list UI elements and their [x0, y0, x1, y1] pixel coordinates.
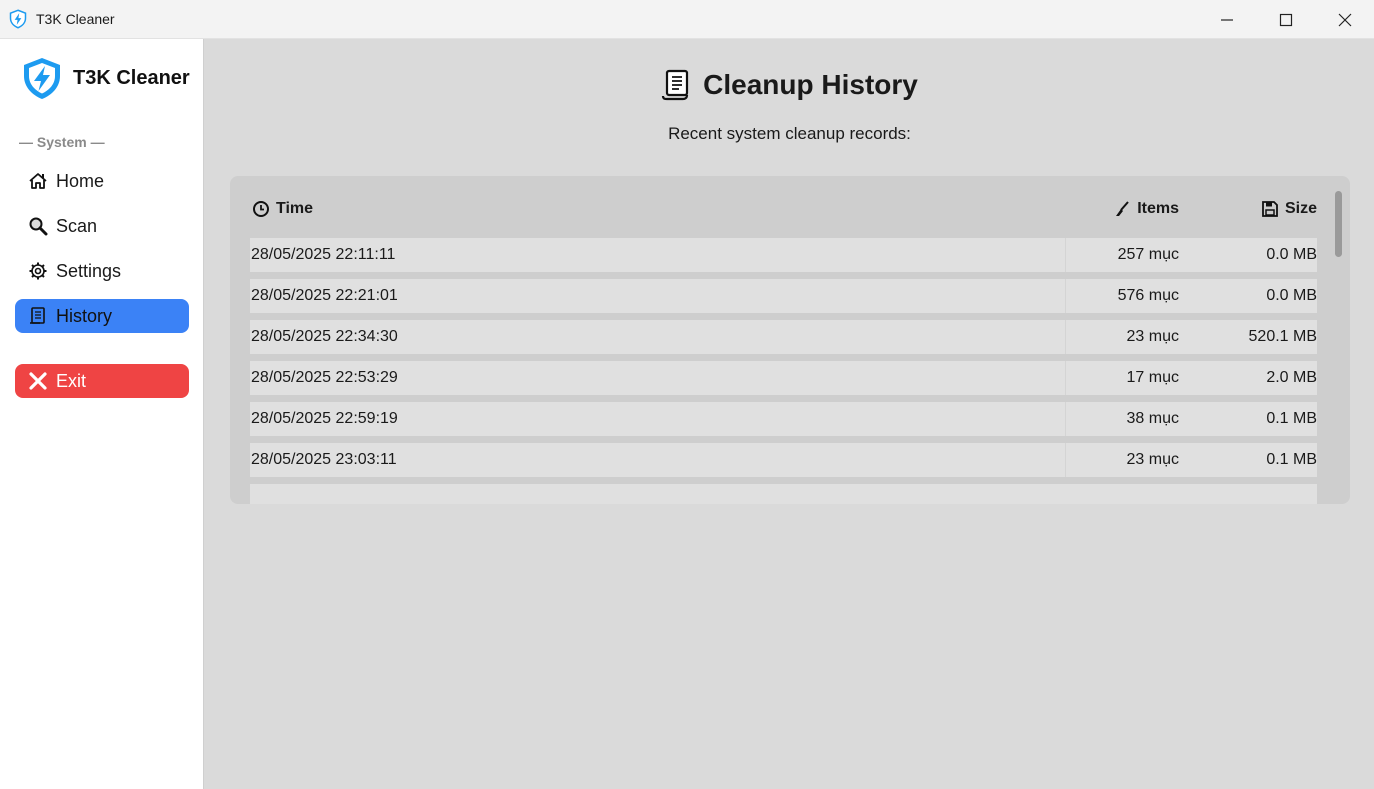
cell-time: 28/05/2025 22:34:30	[251, 328, 398, 345]
floppy-disk-icon	[1262, 201, 1278, 217]
sidebar-item-label: Scan	[56, 215, 98, 236]
cell-items: 17 mục	[1126, 369, 1179, 386]
table-row[interactable]: 28/05/2025 22:11:11 257 mục 0.0 MB	[250, 238, 1317, 272]
scroll-icon	[662, 69, 689, 101]
table-row[interactable]: 28/05/2025 22:21:01 576 mục 0.0 MB	[250, 279, 1317, 313]
sidebar-item-settings[interactable]: Settings	[15, 254, 189, 288]
column-header-label: Size	[1284, 200, 1317, 217]
close-x-icon	[27, 370, 49, 392]
table-scrollbar[interactable]	[1335, 191, 1342, 257]
cell-time: 28/05/2025 22:53:29	[251, 369, 398, 386]
cell-items: 23 mục	[1126, 451, 1179, 468]
cell-size: 520.1 MB	[1248, 328, 1317, 345]
gear-icon	[27, 260, 49, 282]
window-title: T3K Cleaner	[36, 11, 115, 27]
table-row[interactable]: 28/05/2025 23:03:11 23 mục 0.1 MB	[250, 443, 1317, 477]
column-header-label: Items	[1137, 200, 1179, 217]
close-window-button[interactable]	[1316, 0, 1374, 39]
page-subtitle: Recent system cleanup records:	[668, 124, 911, 143]
cell-items: 23 mục	[1126, 328, 1179, 345]
sidebar-item-history[interactable]: History	[15, 299, 189, 333]
sidebar-item-home[interactable]: Home	[15, 164, 189, 198]
main-content: Cleanup History Recent system cleanup re…	[205, 39, 1374, 789]
home-icon	[27, 170, 49, 192]
cell-time: 28/05/2025 23:03:11	[251, 451, 397, 468]
close-icon	[1338, 13, 1352, 26]
sidebar-item-label: History	[56, 305, 113, 326]
cell-size: 0.1 MB	[1266, 451, 1317, 468]
sidebar-item-label: Settings	[56, 260, 122, 281]
title-bar: T3K Cleaner	[0, 0, 1374, 39]
column-header-size[interactable]: Size	[1261, 194, 1317, 224]
brand-shield-icon	[24, 58, 60, 99]
brand: T3K Cleaner	[20, 56, 190, 100]
maximize-button[interactable]	[1257, 0, 1315, 39]
app-shield-icon	[9, 9, 27, 29]
table-header: Time Items Size	[250, 194, 1317, 224]
sidebar-item-scan[interactable]: Scan	[15, 209, 189, 243]
cell-size: 2.0 MB	[1266, 369, 1317, 386]
table-row[interactable]: 28/05/2025 22:59:19 38 mục 0.1 MB	[250, 402, 1317, 436]
sidebar: T3K Cleaner — System — Home Scan Setting…	[0, 39, 204, 789]
cell-time: 28/05/2025 22:59:19	[251, 410, 398, 427]
column-header-time[interactable]: Time	[252, 194, 313, 224]
minimize-button[interactable]	[1198, 0, 1256, 39]
cell-time: 28/05/2025 22:21:01	[251, 287, 398, 304]
table-row[interactable]: 28/05/2025 22:53:29 17 mục 2.0 MB	[250, 361, 1317, 395]
cell-size: 0.0 MB	[1266, 287, 1317, 304]
maximize-icon	[1279, 13, 1293, 26]
page-title-text: Cleanup History	[703, 69, 918, 100]
scroll-icon	[27, 305, 49, 327]
cell-items: 257 mục	[1117, 246, 1179, 263]
brand-name: T3K Cleaner	[73, 66, 190, 89]
cell-size: 0.0 MB	[1266, 246, 1317, 263]
page-title: Cleanup History	[205, 69, 1374, 101]
clock-icon	[253, 201, 269, 217]
broom-icon	[1116, 201, 1129, 216]
section-label-system: — System —	[19, 134, 105, 150]
exit-label: Exit	[56, 370, 87, 391]
sidebar-item-label: Home	[56, 170, 105, 191]
magnifier-icon	[27, 215, 49, 237]
table-body: 28/05/2025 22:11:11 257 mục 0.0 MB 28/05…	[250, 238, 1317, 504]
table-row[interactable]: 28/05/2025 22:34:30 23 mục 520.1 MB	[250, 320, 1317, 354]
history-table: Time Items Size 28/05/2025 22:11:11 257 …	[230, 176, 1350, 504]
cell-size: 0.1 MB	[1266, 410, 1317, 427]
cell-time: 28/05/2025 22:11:11	[251, 246, 396, 263]
column-header-label: Time	[276, 200, 314, 217]
column-header-items[interactable]: Items	[1113, 194, 1179, 224]
cell-items: 576 mục	[1117, 287, 1179, 304]
minimize-icon	[1221, 18, 1233, 21]
exit-button[interactable]: Exit	[15, 364, 189, 398]
table-row-partial[interactable]	[250, 484, 1317, 504]
cell-items: 38 mục	[1126, 410, 1179, 427]
